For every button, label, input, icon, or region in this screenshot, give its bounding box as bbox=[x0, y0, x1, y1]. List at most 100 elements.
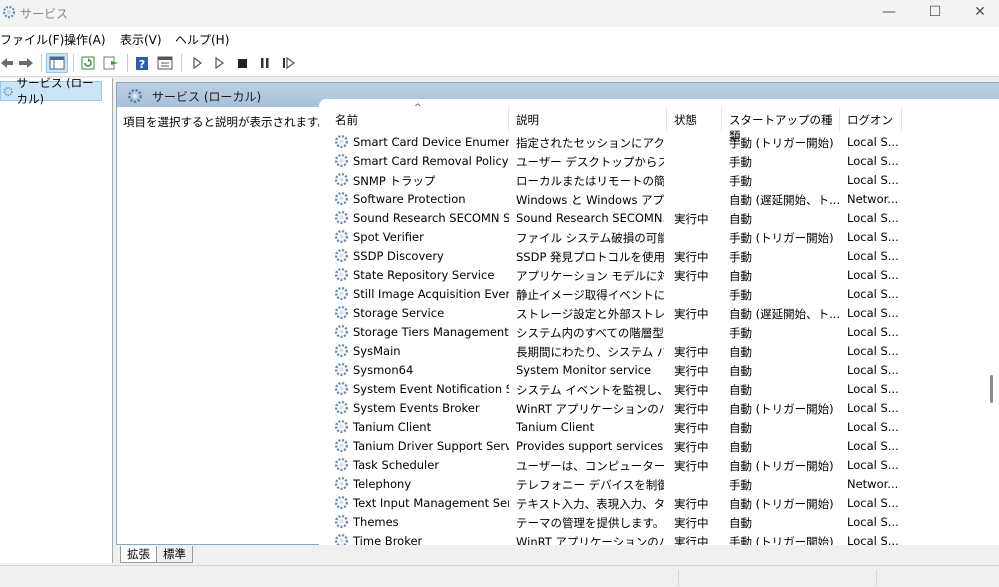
service-logon-cell: Local S... bbox=[847, 363, 899, 377]
status-divider bbox=[678, 570, 679, 586]
menu-help[interactable]: ヘルプ(H) bbox=[175, 31, 229, 48]
export-list-icon[interactable] bbox=[102, 53, 120, 73]
service-status-cell: 実行中 bbox=[674, 345, 709, 359]
service-row[interactable]: Sound Research SECOMN S... Sound Research… bbox=[319, 209, 999, 228]
menu-bar: ファイル(F) 操作(A) 表示(V) ヘルプ(H) bbox=[0, 27, 999, 50]
service-gear-icon bbox=[334, 495, 349, 510]
service-gear-icon bbox=[334, 514, 349, 529]
service-startup-cell: 自動 bbox=[729, 516, 752, 530]
service-logon-cell: Local S... bbox=[847, 515, 899, 529]
refresh-icon[interactable] bbox=[80, 53, 96, 73]
service-row[interactable]: Still Image Acquisition Events 静止イメージ取得イベ… bbox=[319, 285, 999, 304]
minimize-button[interactable]: — bbox=[866, 0, 912, 27]
view-tabs: 拡張 標準 bbox=[116, 545, 999, 565]
service-row[interactable]: Smart Card Removal Policy ユーザー デスクトップからスマ… bbox=[319, 152, 999, 171]
services-gear-icon bbox=[2, 5, 16, 19]
properties-icon[interactable] bbox=[156, 53, 174, 73]
pause-icon[interactable] bbox=[258, 53, 272, 73]
service-status-cell: 実行中 bbox=[674, 212, 709, 226]
service-name-cell: Tanium Client bbox=[353, 420, 432, 434]
scrollbar-thumb[interactable] bbox=[990, 375, 993, 403]
column-header-status[interactable]: 状態 bbox=[667, 99, 722, 131]
menu-view[interactable]: 表示(V) bbox=[120, 31, 162, 48]
tab-standard[interactable]: 標準 bbox=[156, 546, 193, 563]
service-logon-cell: Networ... bbox=[847, 477, 899, 491]
service-desc-cell: Windows と Windows アプ... bbox=[516, 193, 664, 207]
service-row[interactable]: SSDP Discovery SSDP 発見プロトコルを使用... 実行中 手動 Loc… bbox=[319, 247, 999, 266]
service-row[interactable]: Sysmon64 System Monitor service 実行中 自動 Local… bbox=[319, 361, 999, 380]
show-hide-console-tree-icon[interactable] bbox=[46, 53, 68, 73]
stop-icon[interactable] bbox=[235, 53, 249, 73]
service-row[interactable]: State Repository Service アプリケーション モデルに対す.… bbox=[319, 266, 999, 285]
service-status-cell: 実行中 bbox=[674, 516, 709, 530]
service-name-cell: System Event Notification S... bbox=[353, 382, 509, 396]
service-status-cell: 実行中 bbox=[674, 421, 709, 435]
service-name-cell: Smart Card Removal Policy bbox=[353, 154, 509, 168]
service-row[interactable]: SysMain 長期間にわたり、システム パ... 実行中 自動 Local S... bbox=[319, 342, 999, 361]
maximize-button[interactable]: ☐ bbox=[912, 0, 958, 27]
service-gear-icon bbox=[334, 134, 349, 149]
back-arrow-icon[interactable] bbox=[0, 53, 14, 73]
service-startup-cell: 自動 bbox=[729, 421, 752, 435]
column-header-startup-type[interactable]: スタートアップの種類 bbox=[722, 99, 840, 143]
service-row[interactable]: Task Scheduler ユーザーは、コンピューターの自... 実行中 自動 (ト… bbox=[319, 456, 999, 475]
forward-arrow-icon[interactable] bbox=[17, 53, 35, 73]
service-name-cell: Smart Card Device Enumera... bbox=[353, 135, 509, 149]
service-row[interactable]: Telephony テレフォニー デバイスを制御す... 手動 Networ... bbox=[319, 475, 999, 494]
tree-item-services-local[interactable]: サービス (ローカル) bbox=[0, 76, 102, 106]
tree-item-label: サービス (ローカル) bbox=[16, 76, 94, 106]
service-startup-cell: 手動 (トリガー開始) bbox=[729, 136, 834, 150]
service-gear-icon bbox=[334, 362, 349, 377]
tab-extended[interactable]: 拡張 bbox=[120, 546, 157, 563]
play-icon[interactable] bbox=[190, 53, 204, 73]
service-startup-cell: 手動 (トリガー開始) bbox=[729, 231, 834, 245]
service-startup-cell: 手動 bbox=[729, 288, 752, 302]
service-gear-icon bbox=[334, 153, 349, 168]
play-alt-icon[interactable] bbox=[212, 53, 226, 73]
service-row[interactable]: Smart Card Device Enumera... 指定されたセッションにア… bbox=[319, 133, 999, 152]
service-startup-cell: 手動 bbox=[729, 174, 752, 188]
pane-title: サービス (ローカル) bbox=[152, 90, 262, 104]
column-header-description[interactable]: 説明 bbox=[509, 99, 667, 131]
service-name-cell: Text Input Management Ser... bbox=[353, 496, 509, 510]
service-row[interactable]: Storage Service ストレージ設定と外部ストレー... 実行中 自動 (遅… bbox=[319, 304, 999, 323]
service-logon-cell: Local S... bbox=[847, 230, 899, 244]
service-desc-cell: Tanium Client bbox=[516, 420, 595, 434]
service-row[interactable]: Software Protection Windows と Windows アプ.… bbox=[319, 190, 999, 209]
service-name-cell: Still Image Acquisition Events bbox=[353, 287, 509, 301]
help-icon[interactable]: ? bbox=[134, 53, 150, 73]
menu-file[interactable]: ファイル(F) bbox=[0, 31, 64, 48]
service-row[interactable]: System Events Broker WinRT アプリケーションのバッ...… bbox=[319, 399, 999, 418]
service-name-cell: State Repository Service bbox=[353, 268, 495, 282]
service-row[interactable]: Time BrokerWinRT アプリケーションのバッ...実行中手動 (トリ… bbox=[319, 532, 999, 546]
description-hint: 項目を選択すると説明が表示されます。 bbox=[123, 115, 329, 129]
service-name-cell: Themes bbox=[353, 515, 399, 529]
service-name-cell: Task Scheduler bbox=[353, 458, 440, 472]
service-desc-cell: ローカルまたはリモートの簡易... bbox=[516, 174, 664, 188]
service-row[interactable]: Tanium Driver Support Servi... Provides s… bbox=[319, 437, 999, 456]
service-row[interactable]: Text Input Management Ser... テキスト入力、表現入力、… bbox=[319, 494, 999, 513]
service-name-cell: Software Protection bbox=[353, 192, 466, 206]
service-logon-cell: Local S... bbox=[847, 287, 899, 301]
service-row[interactable]: Spot Verifier ファイル システム破損の可能... 手動 (トリガー開始… bbox=[319, 228, 999, 247]
restart-icon[interactable] bbox=[281, 53, 297, 73]
service-name-cell: Tanium Driver Support Servi... bbox=[353, 439, 509, 453]
service-desc-cell: ユーザー デスクトップからスマー... bbox=[516, 155, 664, 169]
service-gear-icon bbox=[334, 400, 349, 415]
column-header-logon[interactable]: ログオン bbox=[840, 99, 902, 131]
toolbar-separator bbox=[41, 54, 42, 72]
service-logon-cell: Local S... bbox=[847, 173, 899, 187]
service-status-cell: 実行中 bbox=[674, 459, 709, 473]
column-header-name[interactable]: ^ 名前 bbox=[319, 99, 509, 131]
service-row[interactable]: Tanium Client Tanium Client 実行中 自動 Local S..… bbox=[319, 418, 999, 437]
service-row[interactable]: Themes テーマの管理を提供します。 実行中 自動 Local S... bbox=[319, 513, 999, 532]
service-row[interactable]: Storage Tiers Management システム内のすべての階層型...… bbox=[319, 323, 999, 342]
close-button[interactable]: ✕ bbox=[957, 0, 999, 27]
vertical-scrollbar[interactable] bbox=[985, 106, 999, 545]
sort-ascending-icon: ^ bbox=[414, 103, 422, 113]
service-row[interactable]: SNMP トラップ ローカルまたはリモートの簡易... 手動 Local S... bbox=[319, 171, 999, 190]
service-gear-icon bbox=[334, 343, 349, 358]
service-row[interactable]: System Event Notification S... システム イベントを… bbox=[319, 380, 999, 399]
service-startup-cell: 手動 bbox=[729, 326, 752, 340]
menu-action[interactable]: 操作(A) bbox=[64, 31, 106, 48]
